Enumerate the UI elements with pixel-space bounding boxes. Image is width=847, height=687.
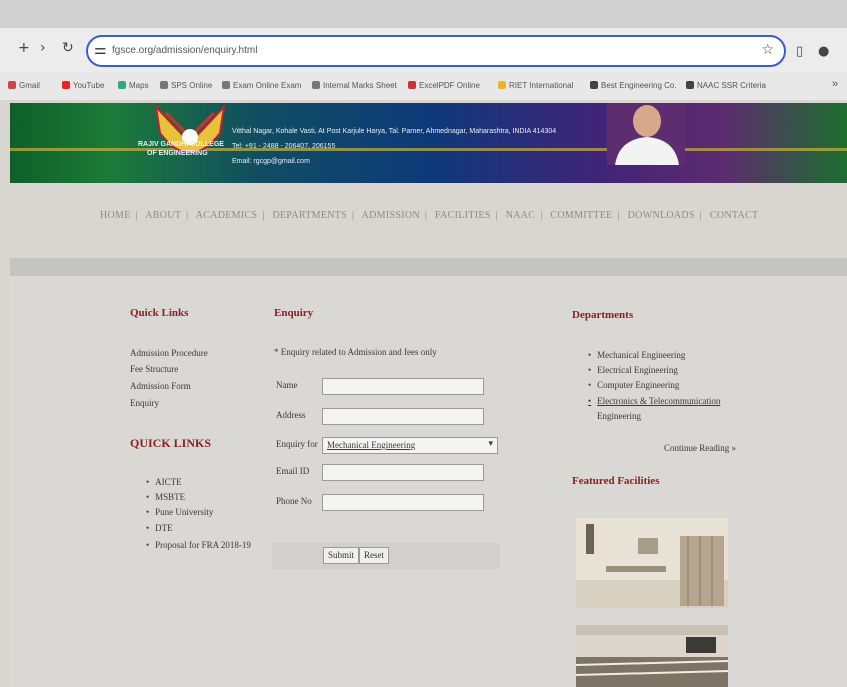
bookmark-icon xyxy=(590,81,598,89)
browser-tab[interactable] xyxy=(300,6,410,22)
nav-admission[interactable]: ADMISSION xyxy=(362,210,420,221)
bookmark-icon xyxy=(222,81,230,89)
phone-input[interactable] xyxy=(322,494,484,511)
youtube-icon xyxy=(62,81,70,89)
bookmark-item[interactable]: NAAC SSR Criteria xyxy=(686,81,766,90)
nav-downloads[interactable]: DOWNLOADS xyxy=(628,210,695,221)
site-header-banner: RAJIV GANDHI COLLEGE OF ENGINEERING Vitt… xyxy=(10,103,847,183)
quick-link[interactable]: Admission Procedure xyxy=(130,348,208,358)
enquiry-heading: Enquiry xyxy=(274,307,314,319)
college-address: Vitthal Nagar, Kohale Vasti, At Post Kar… xyxy=(232,128,557,135)
browser-tab[interactable] xyxy=(40,6,100,22)
name-input[interactable] xyxy=(322,378,484,395)
bookmark-icon xyxy=(408,81,416,89)
college-logo-icon xyxy=(154,103,226,154)
enquiry-for-label: Enquiry for xyxy=(276,439,318,449)
nav-departments[interactable]: DEPARTMENTS xyxy=(272,210,347,221)
enquiry-note: * Enquiry related to Admission and fees … xyxy=(274,347,437,357)
maps-icon xyxy=(118,81,126,89)
reset-button[interactable]: Reset xyxy=(359,547,389,564)
address-bar[interactable]: ⚌ fgsce.org/admission/enquiry.html ☆ xyxy=(86,35,786,67)
nav-academics[interactable]: ACADEMICS xyxy=(196,210,258,221)
quick-link[interactable]: Fee Structure xyxy=(130,364,178,374)
external-link[interactable]: AICTE xyxy=(146,477,182,487)
browser-tab[interactable] xyxy=(610,6,670,22)
nav-committee[interactable]: COMMITTEE xyxy=(550,210,612,221)
bookmark-item[interactable]: Gmail xyxy=(8,81,40,90)
bookmark-item[interactable]: ExcelPDF Online xyxy=(408,81,480,90)
college-email: Email: rgcgp@gmail.com xyxy=(232,158,310,165)
bookmark-icon xyxy=(498,81,506,89)
college-phone: Tel: +91 - 2488 - 206407, 206155 xyxy=(232,143,336,150)
facility-photo-classroom xyxy=(576,625,728,687)
nav-naac[interactable]: NAAC xyxy=(506,210,536,221)
enquiry-for-select[interactable]: Mechanical Engineering ▾ xyxy=(322,437,498,454)
browser-tab[interactable] xyxy=(160,6,230,22)
nav-home[interactable]: HOME xyxy=(100,210,131,221)
email-input[interactable] xyxy=(322,464,484,481)
nav-about[interactable]: ABOUT xyxy=(145,210,181,221)
bookmark-icon xyxy=(160,81,168,89)
featured-facilities-heading: Featured Facilities xyxy=(572,475,660,487)
chevron-down-icon: ▾ xyxy=(488,439,493,449)
reload-icon[interactable]: ↻ xyxy=(62,40,74,56)
quick-link[interactable]: Admission Form xyxy=(130,381,191,391)
bookmark-item[interactable]: RIET International xyxy=(498,81,573,90)
department-link[interactable]: Electrical Engineering xyxy=(588,365,678,375)
bookmark-item[interactable]: Maps xyxy=(118,81,149,90)
section-divider xyxy=(10,258,847,276)
submit-button[interactable]: Submit xyxy=(323,547,360,564)
bookmark-star-icon[interactable]: ☆ xyxy=(761,42,774,58)
site-settings-icon[interactable]: ⚌ xyxy=(94,42,107,58)
department-link[interactable]: Electronics & Telecommunication xyxy=(588,396,720,406)
address-label: Address xyxy=(276,410,306,420)
college-name-line: OF ENGINEERING xyxy=(147,150,208,157)
departments-heading: Departments xyxy=(572,309,634,321)
browser-tab[interactable] xyxy=(450,6,580,22)
bookmark-item[interactable]: YouTube xyxy=(62,81,104,90)
profile-icon[interactable]: ● xyxy=(818,44,829,59)
continue-reading-link[interactable]: Continue Reading » xyxy=(664,443,736,453)
bookmark-icon xyxy=(686,81,694,89)
bookmark-item[interactable]: Exam Online Exam xyxy=(222,81,301,90)
external-link[interactable]: Proposal for FRA 2018-19 xyxy=(146,540,251,550)
sidepanel-icon[interactable]: ▯ xyxy=(796,44,803,59)
quick-links-heading-2: QUICK LINKS xyxy=(130,436,212,450)
banner-stripe xyxy=(10,148,847,151)
external-link[interactable]: MSBTE xyxy=(146,492,185,502)
more-bookmarks-icon[interactable]: » xyxy=(832,78,838,90)
email-label: Email ID xyxy=(276,466,310,476)
gmail-icon xyxy=(8,81,16,89)
bookmark-item[interactable]: Best Engineering Co. xyxy=(590,81,677,90)
department-link-continued[interactable]: Engineering xyxy=(597,411,641,421)
quick-link[interactable]: Enquiry xyxy=(130,398,159,408)
nav-contact[interactable]: CONTACT xyxy=(710,210,759,221)
forward-icon[interactable]: › xyxy=(40,40,46,56)
chairman-portrait xyxy=(607,103,685,165)
bookmark-item[interactable]: Internal Marks Sheet xyxy=(312,81,397,90)
main-nav: HOME | ABOUT | ACADEMICS | DEPARTMENTS | ADM… xyxy=(100,210,759,221)
new-tab-icon[interactable]: + xyxy=(18,40,30,56)
address-input[interactable] xyxy=(322,408,484,425)
department-link[interactable]: Mechanical Engineering xyxy=(588,350,685,360)
browser-tab-strip xyxy=(0,0,847,28)
bookmark-icon xyxy=(312,81,320,89)
quick-links-heading: Quick Links xyxy=(130,307,189,319)
facility-photo-lab xyxy=(576,518,728,608)
department-link[interactable]: Computer Engineering xyxy=(588,380,679,390)
bookmark-item[interactable]: SPS Online xyxy=(160,81,212,90)
phone-label: Phone No xyxy=(276,496,312,506)
external-link[interactable]: DTE xyxy=(146,523,173,533)
nav-facilities[interactable]: FACILITIES xyxy=(435,210,491,221)
bookmarks-bar: Gmail YouTube Maps SPS Online Exam Onlin… xyxy=(0,72,847,100)
url-text[interactable]: fgsce.org/admission/enquiry.html xyxy=(112,45,257,56)
external-link[interactable]: Pune University xyxy=(146,507,213,517)
name-label: Name xyxy=(276,380,298,390)
college-name-line: RAJIV GANDHI COLLEGE xyxy=(138,141,224,148)
